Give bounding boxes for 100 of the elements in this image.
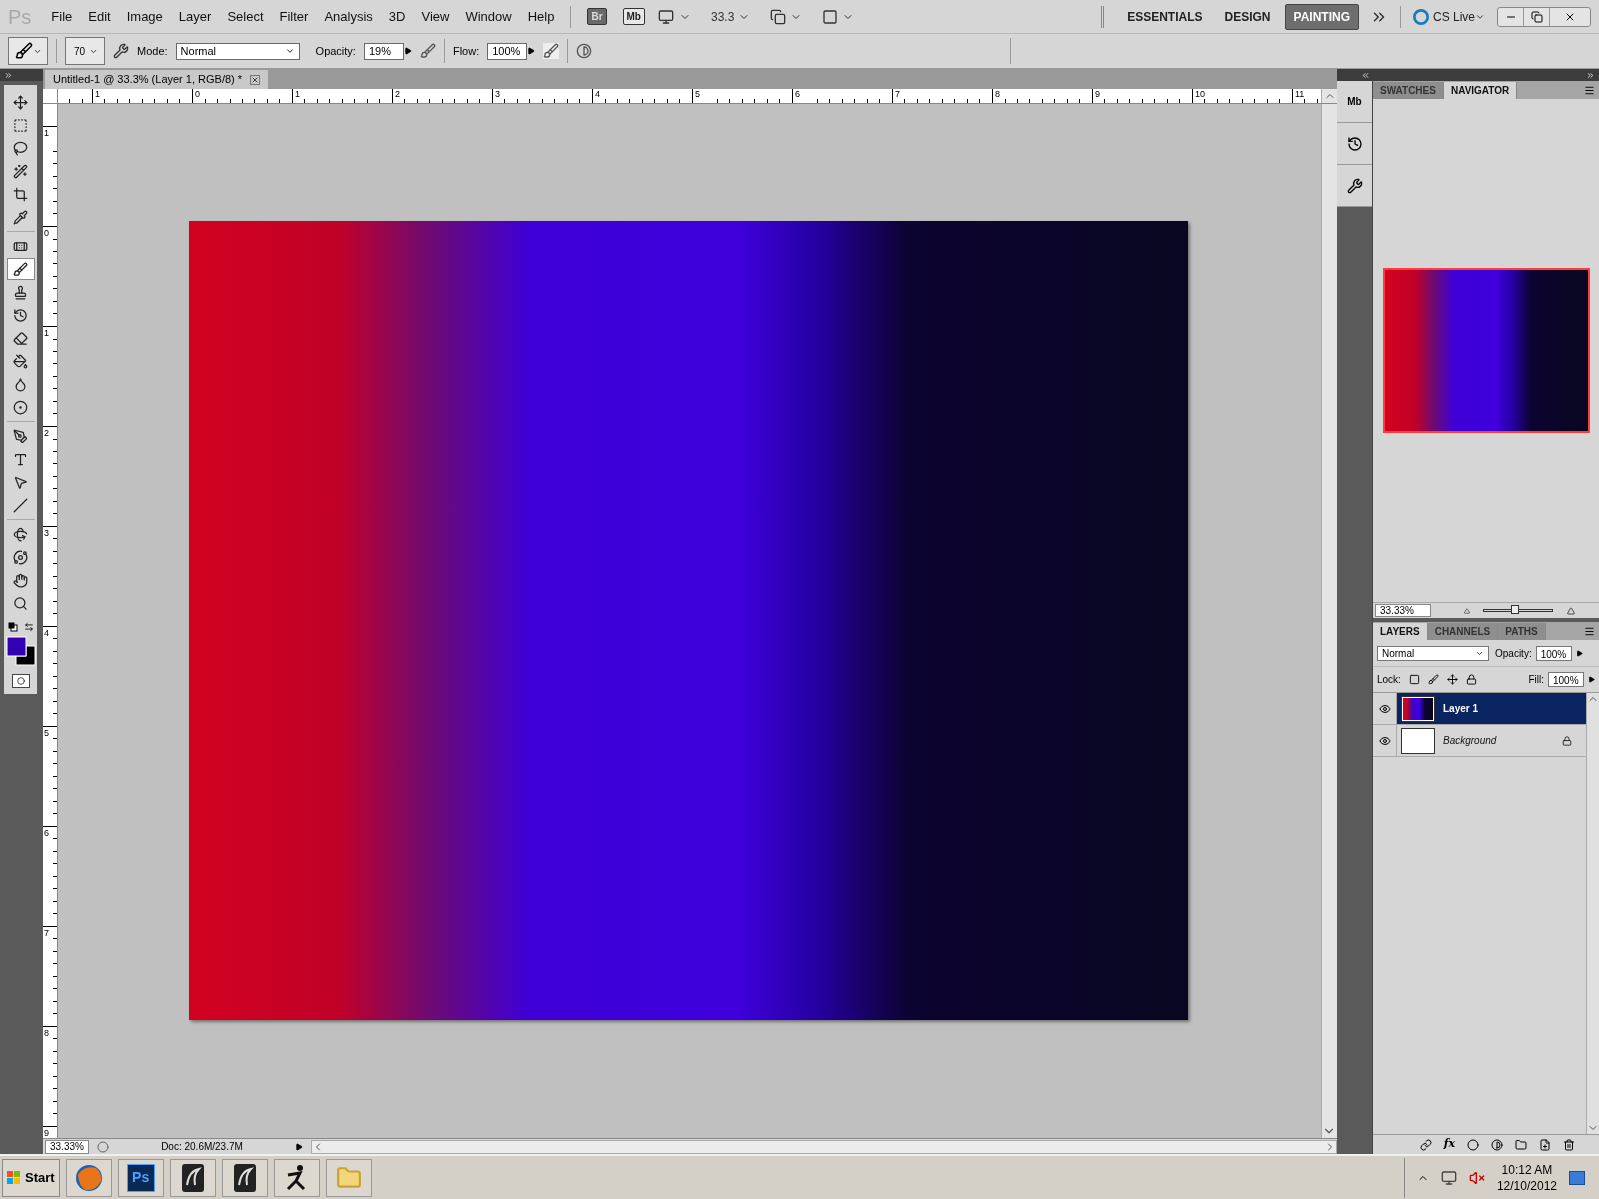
menu-item[interactable]: Select <box>219 6 272 27</box>
tool-preset-picker[interactable] <box>8 37 48 65</box>
start-button[interactable]: Start <box>2 1158 60 1197</box>
quick-mask-button[interactable] <box>11 674 30 688</box>
zoom-slider-thumb[interactable] <box>1510 605 1519 614</box>
background-color-swatch[interactable] <box>15 645 35 666</box>
trash-icon[interactable] <box>1563 1138 1575 1151</box>
mini-bridge-button[interactable]: Mb <box>622 8 645 25</box>
pressure-opacity-icon[interactable] <box>419 43 436 59</box>
clock-time[interactable]: 10:12 AM <box>1501 1161 1553 1178</box>
panel-tab[interactable]: CHANNELS <box>1427 623 1499 640</box>
panel-tab[interactable]: NAVIGATOR <box>1443 82 1518 99</box>
link-layers-icon[interactable] <box>1419 1138 1432 1151</box>
lock-all-icon[interactable] <box>1465 674 1477 685</box>
mask-icon[interactable] <box>1467 1138 1479 1151</box>
muted-speaker-icon[interactable] <box>1468 1169 1485 1186</box>
arrange-documents-icon[interactable] <box>770 8 787 25</box>
screen-mode-icon[interactable] <box>822 8 839 25</box>
eye-icon[interactable] <box>1378 702 1391 715</box>
airbrush-icon[interactable] <box>543 43 560 59</box>
workspace-button[interactable]: DESIGN <box>1216 4 1279 29</box>
bridge-button[interactable]: Br <box>587 8 607 25</box>
layer-opacity-field[interactable]: 100% <box>1535 645 1572 661</box>
flow-field[interactable]: 100% <box>487 42 528 60</box>
zoom-field[interactable]: 33.33% <box>45 1139 89 1154</box>
panel-menu-icon[interactable] <box>1584 626 1595 637</box>
mode-dropdown[interactable]: Normal <box>175 42 300 60</box>
pressure-size-icon[interactable] <box>576 43 593 59</box>
document-tab[interactable]: Untitled-1 @ 33.3% (Layer 1, RGB/8) * <box>45 70 269 89</box>
horizontal-scrollbar[interactable] <box>311 1139 1337 1154</box>
menu-item[interactable]: Image <box>118 6 171 27</box>
collapse-icon[interactable] <box>1361 70 1370 80</box>
slider-arrow-icon[interactable] <box>1588 676 1595 683</box>
menu-item[interactable]: Analysis <box>316 6 381 27</box>
menu-item[interactable]: Layer <box>170 6 220 27</box>
tool-button[interactable] <box>6 258 35 280</box>
lock-pixels-icon[interactable] <box>1427 674 1439 685</box>
navigator-zoom-field[interactable]: 33.33% <box>1375 604 1431 617</box>
menu-item[interactable]: File <box>43 6 81 27</box>
opacity-field[interactable]: 19% <box>363 42 404 60</box>
foreground-color-swatch[interactable] <box>6 636 26 657</box>
tools-panel-button[interactable] <box>1337 165 1372 207</box>
eye-icon[interactable] <box>1378 734 1391 747</box>
layers-scrollbar[interactable] <box>1586 693 1599 1134</box>
menu-item[interactable]: View <box>413 6 458 27</box>
layer-row[interactable]: Layer 1 <box>1373 693 1586 725</box>
zoom-dropdown[interactable]: 33.3 <box>711 7 735 26</box>
workspace-button[interactable]: ESSENTIALS <box>1119 4 1211 29</box>
taskbar-app-button[interactable] <box>221 1158 268 1197</box>
lock-position-icon[interactable] <box>1446 674 1458 685</box>
history-panel-button[interactable] <box>1337 123 1372 165</box>
document-title: Untitled-1 @ 33.3% (Layer 1, RGB/8) * <box>53 72 243 88</box>
vertical-scrollbar[interactable] <box>1321 104 1337 1138</box>
workspace-button[interactable]: PAINTING <box>1284 3 1359 30</box>
show-desktop-button[interactable] <box>1569 1170 1585 1185</box>
type-icon <box>13 451 28 467</box>
clock-date[interactable]: 12/10/2012 <box>1496 1177 1557 1194</box>
blend-mode-dropdown[interactable]: Normal <box>1377 645 1489 661</box>
taskbar-app-button[interactable] <box>273 1158 320 1197</box>
menu-item[interactable]: 3D <box>380 6 414 27</box>
layer-style-button[interactable]: fx <box>1443 1136 1455 1153</box>
mini-bridge-button[interactable]: Mb <box>1337 81 1372 123</box>
panel-tab[interactable]: SWATCHES <box>1373 82 1444 99</box>
menu-item[interactable]: Window <box>457 6 520 27</box>
taskbar-app-button[interactable]: Ps <box>117 1158 164 1197</box>
panel-tab[interactable]: PATHS <box>1498 623 1546 640</box>
panel-tab[interactable]: LAYERS <box>1373 623 1428 640</box>
panel-menu-icon[interactable] <box>1584 85 1595 96</box>
menu-item[interactable]: Edit <box>80 6 119 27</box>
taskbar-app-button[interactable] <box>169 1158 216 1197</box>
ruler-label: 3 <box>44 528 49 538</box>
zoom-in-icon[interactable] <box>1565 606 1577 615</box>
cs-live-menu[interactable]: CS Live <box>1432 7 1475 26</box>
slider-arrow-icon[interactable] <box>1575 649 1583 657</box>
zoom-out-icon[interactable] <box>1463 607 1471 614</box>
default-colors-icon[interactable] <box>7 622 18 632</box>
view-extras-icon[interactable] <box>657 8 675 25</box>
slider-arrow-icon[interactable] <box>403 47 412 55</box>
slider-arrow-icon[interactable] <box>527 47 536 55</box>
layer-row[interactable]: Background <box>1373 725 1586 757</box>
brush-picker[interactable]: 70 <box>65 37 105 65</box>
status-icon[interactable] <box>97 1140 109 1153</box>
adjustment-icon[interactable] <box>1491 1138 1503 1151</box>
status-menu-icon[interactable] <box>295 1142 303 1151</box>
paint-bucket-icon <box>13 353 28 369</box>
network-icon[interactable] <box>1440 1169 1457 1186</box>
menu-item[interactable]: Help <box>519 6 563 27</box>
expand-icon[interactable] <box>1586 70 1595 80</box>
new-layer-icon[interactable] <box>1539 1138 1551 1151</box>
swap-colors-icon[interactable] <box>23 622 34 632</box>
folder-icon[interactable] <box>1515 1138 1527 1151</box>
hand-icon <box>13 572 28 588</box>
fill-field[interactable]: 100% <box>1548 672 1584 687</box>
menu-item[interactable]: Filter <box>271 6 317 27</box>
close-icon[interactable] <box>250 74 261 85</box>
pen-icon <box>13 428 28 444</box>
lock-transparency-icon[interactable] <box>1408 674 1420 685</box>
brush-panel-icon[interactable] <box>113 43 129 59</box>
windows-logo-icon <box>7 1170 21 1185</box>
expand-icon[interactable] <box>4 70 13 80</box>
